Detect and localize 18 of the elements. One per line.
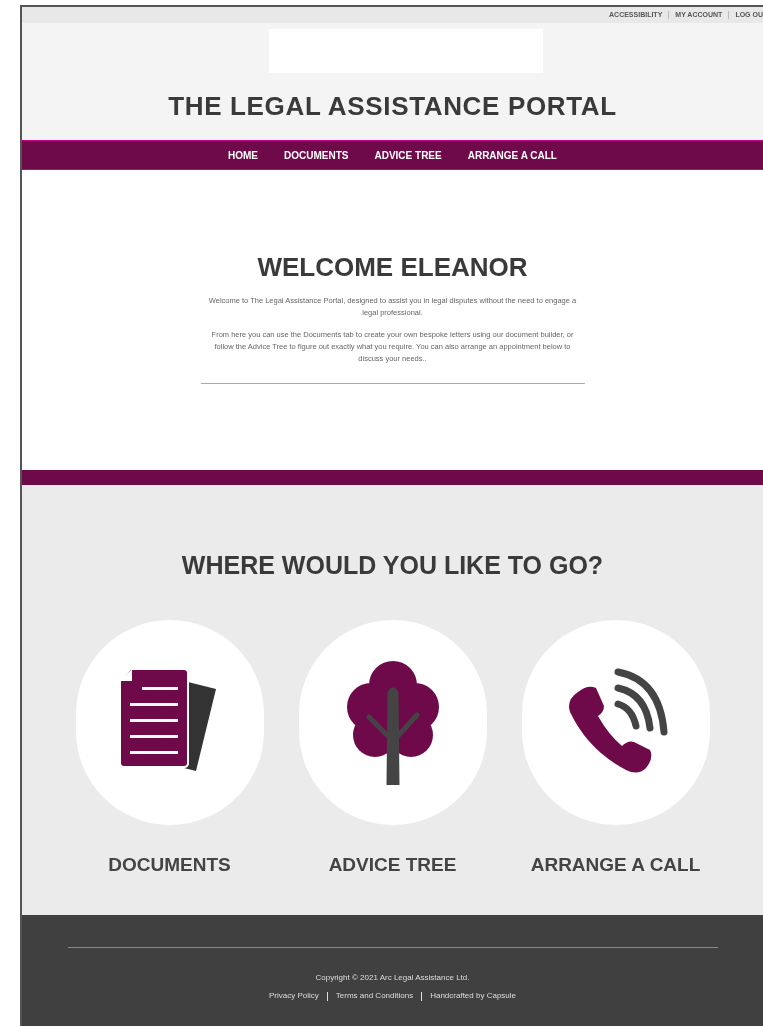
nav-link[interactable]: ADVICE TREE [374, 147, 442, 163]
footer-link[interactable]: Handcrafted by Capsule [430, 990, 516, 1002]
nav-link[interactable]: ARRANGE A CALL [467, 147, 557, 163]
copyright-text: Copyright © 2021 Arc Legal Assistance Ltd. [315, 972, 470, 984]
footer-link[interactable]: Privacy Policy [269, 990, 319, 1002]
destination-label: ADVICE TREE [328, 852, 457, 877]
destination-link[interactable]: DOCUMENTS [75, 619, 264, 879]
destination-link[interactable]: ADVICE TREE [298, 619, 487, 879]
section-heading: WHERE WOULD YOU LIKE TO GO? [181, 550, 604, 581]
site-title: THE LEGAL ASSISTANCE PORTAL [168, 90, 617, 123]
nav-link[interactable]: HOME [228, 147, 258, 163]
destination-label: ARRANGE A CALL [530, 852, 701, 877]
destination-link[interactable]: ARRANGE A CALL [521, 619, 710, 879]
tree-icon [346, 659, 439, 785]
footer-link[interactable]: Terms and Conditions [335, 990, 414, 1002]
welcome-heading: WELCOME ELEANOR [257, 251, 528, 284]
nav-link[interactable]: DOCUMENTS [284, 147, 349, 163]
destination-label: DOCUMENTS [108, 852, 231, 877]
